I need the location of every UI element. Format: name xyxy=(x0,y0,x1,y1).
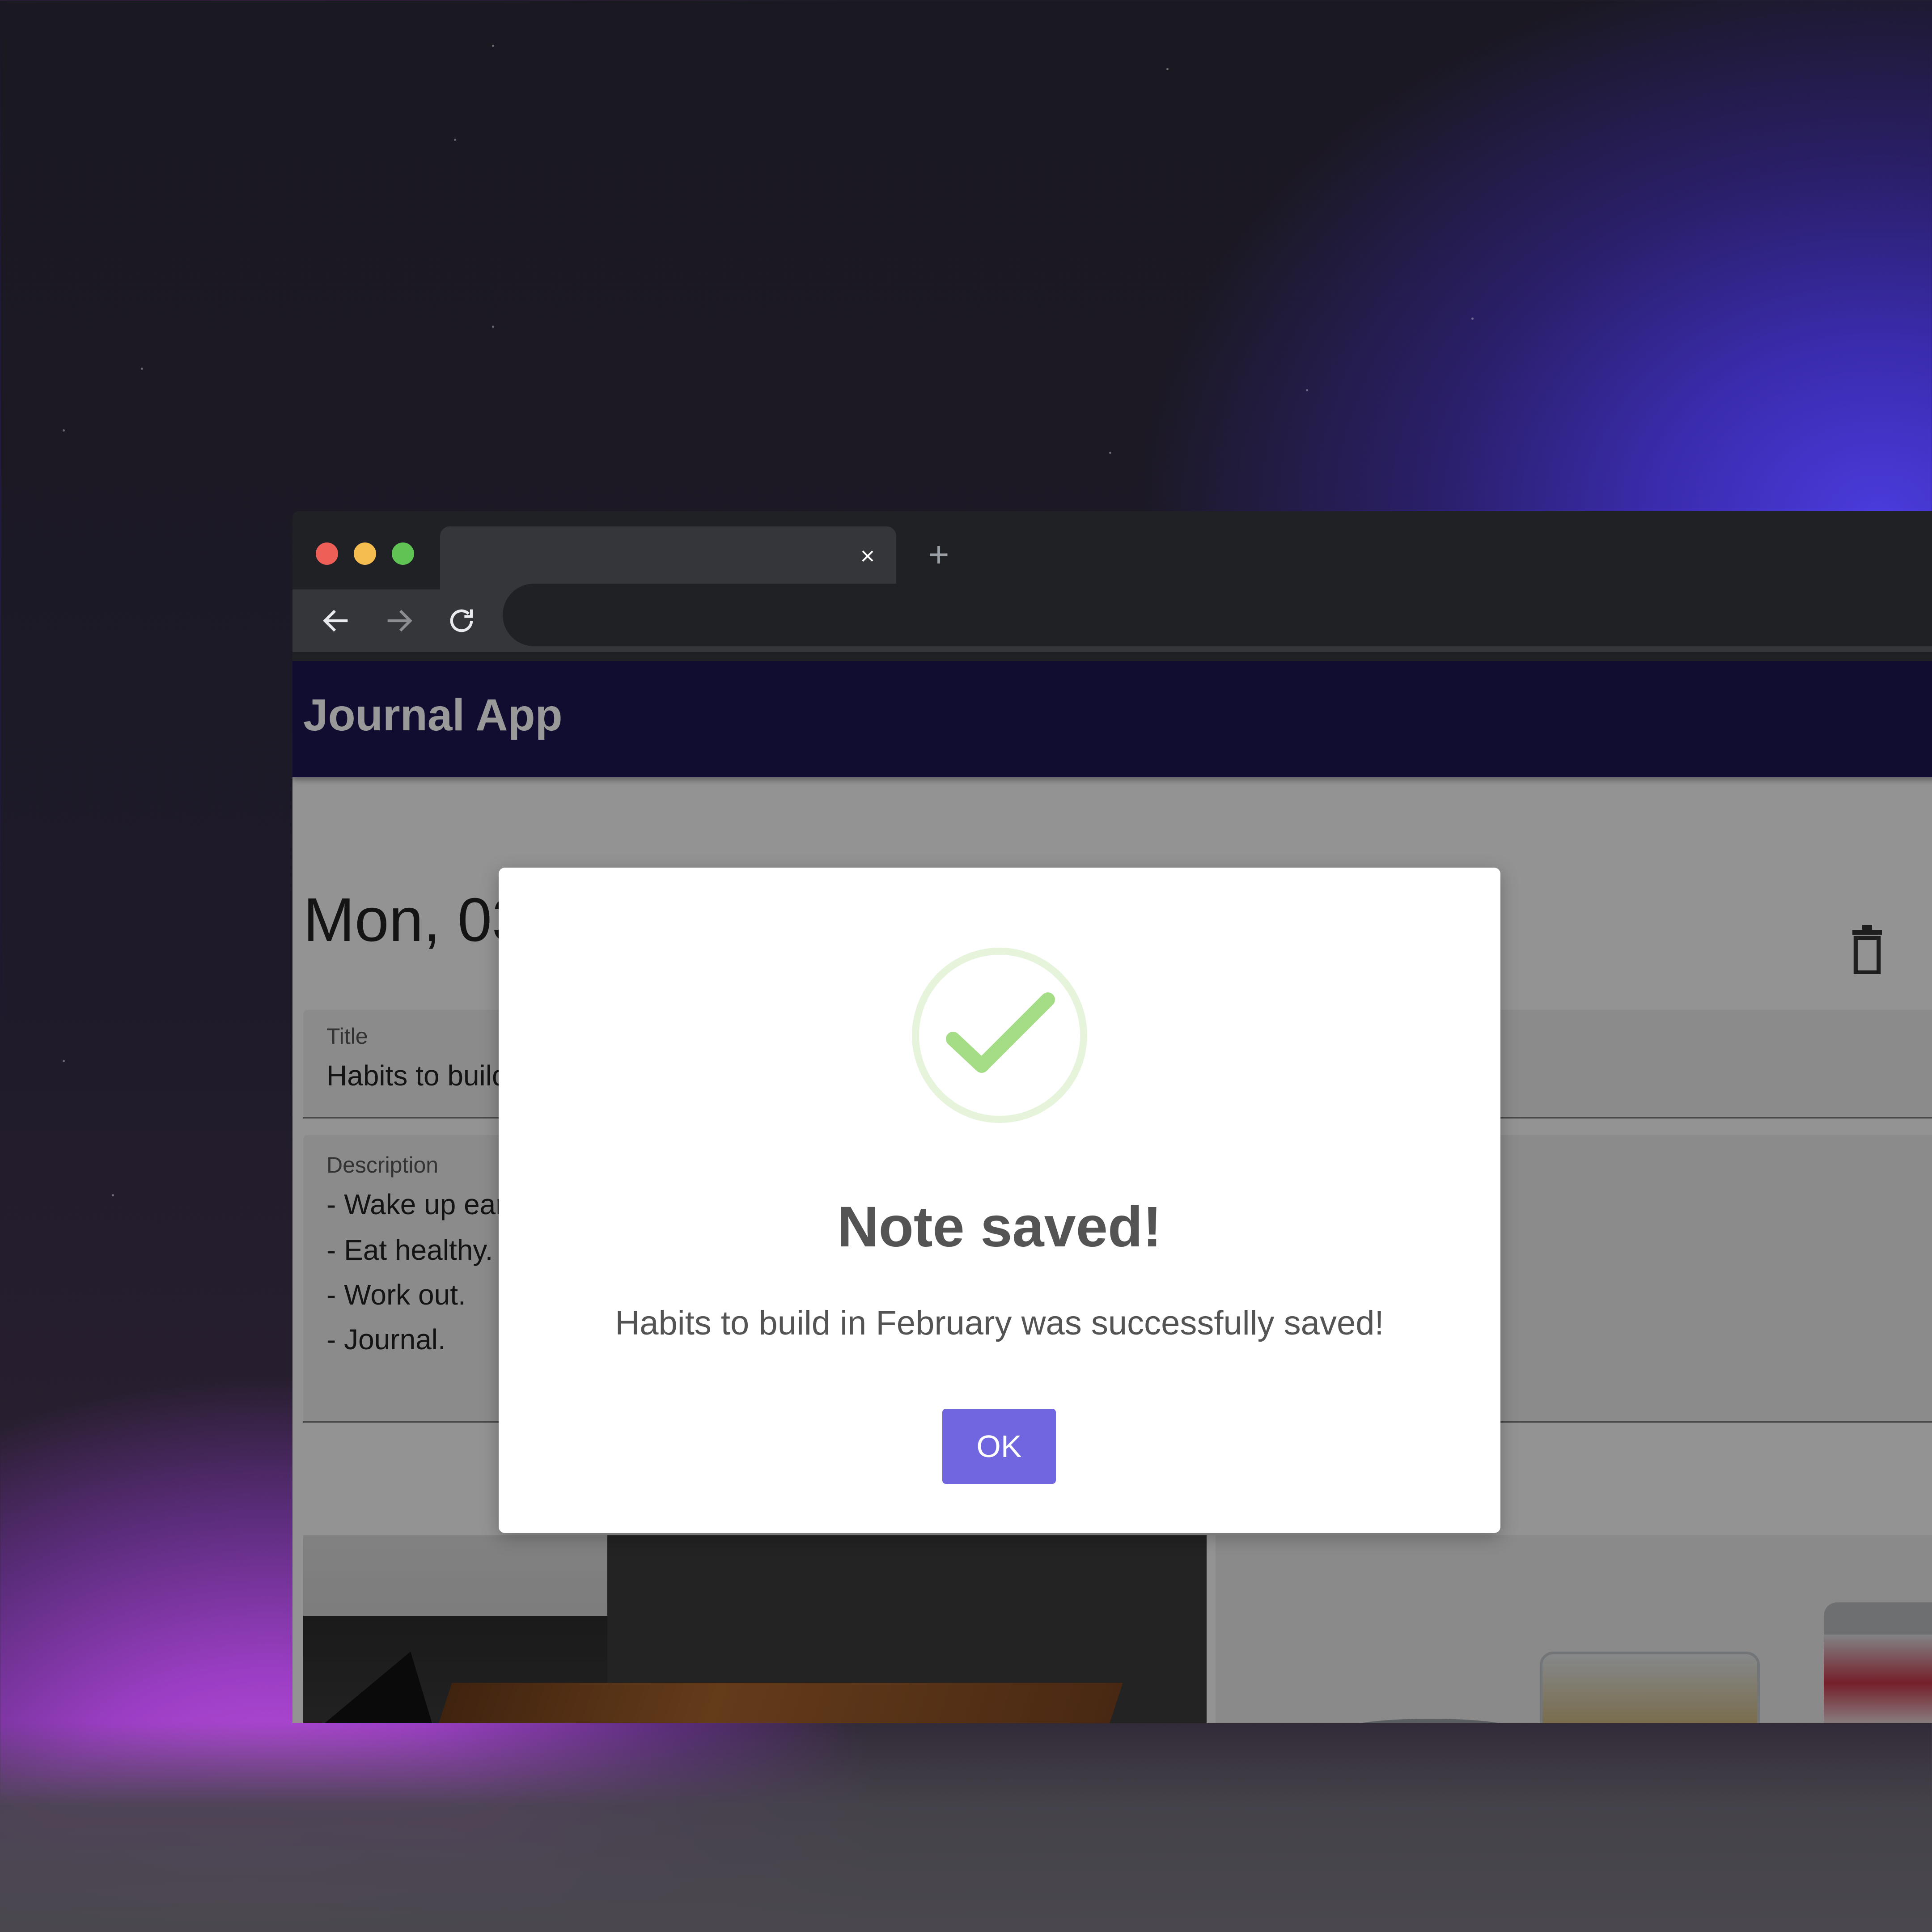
minimize-window-button[interactable] xyxy=(354,542,376,565)
image-jar xyxy=(1824,1602,1932,1723)
star xyxy=(492,45,494,47)
arrow-right-icon[interactable] xyxy=(382,604,416,638)
dialog-message: Habits to build in February was successf… xyxy=(615,1304,1384,1342)
maximize-window-button[interactable] xyxy=(392,542,414,565)
app-bar: Journal App xyxy=(292,661,1932,777)
image-table xyxy=(423,1683,1123,1723)
dialog-title: Note saved! xyxy=(837,1195,1162,1259)
image-jar xyxy=(1540,1652,1760,1723)
address-bar[interactable] xyxy=(503,584,1932,646)
star xyxy=(1306,389,1308,391)
browser-tab[interactable]: × xyxy=(440,526,896,589)
trash-icon[interactable] xyxy=(1847,925,1887,974)
star xyxy=(492,326,494,328)
close-window-button[interactable] xyxy=(316,542,338,565)
image-jar-lid xyxy=(1336,1719,1524,1723)
star xyxy=(454,139,456,141)
star xyxy=(141,368,143,370)
star xyxy=(63,429,65,432)
star xyxy=(1166,68,1169,70)
browser-titlebar: × + xyxy=(292,511,1932,589)
title-label: Title xyxy=(326,1024,368,1049)
note-image-jars[interactable] xyxy=(1216,1535,1932,1723)
star xyxy=(1471,318,1474,320)
close-icon[interactable]: × xyxy=(855,543,880,568)
new-tab-button[interactable]: + xyxy=(923,537,954,572)
background-floor xyxy=(0,1722,1932,1932)
success-dialog: Note saved! Habits to build in February … xyxy=(499,868,1500,1533)
star xyxy=(112,1194,114,1196)
ok-button[interactable]: OK xyxy=(942,1409,1056,1484)
description-line[interactable]: - Eat healthy. xyxy=(326,1233,493,1267)
arrow-left-icon[interactable] xyxy=(319,604,353,638)
description-line[interactable]: - Journal. xyxy=(326,1323,446,1356)
success-check-icon xyxy=(912,948,1087,1123)
note-image-desk[interactable] xyxy=(303,1535,1207,1723)
description-label: Description xyxy=(326,1152,439,1178)
description-line[interactable]: - Work out. xyxy=(326,1278,466,1311)
app-title: Journal App xyxy=(303,690,563,740)
star xyxy=(1109,452,1111,454)
reload-icon[interactable] xyxy=(445,604,479,638)
image-laptop xyxy=(303,1652,437,1723)
star xyxy=(63,1060,65,1062)
